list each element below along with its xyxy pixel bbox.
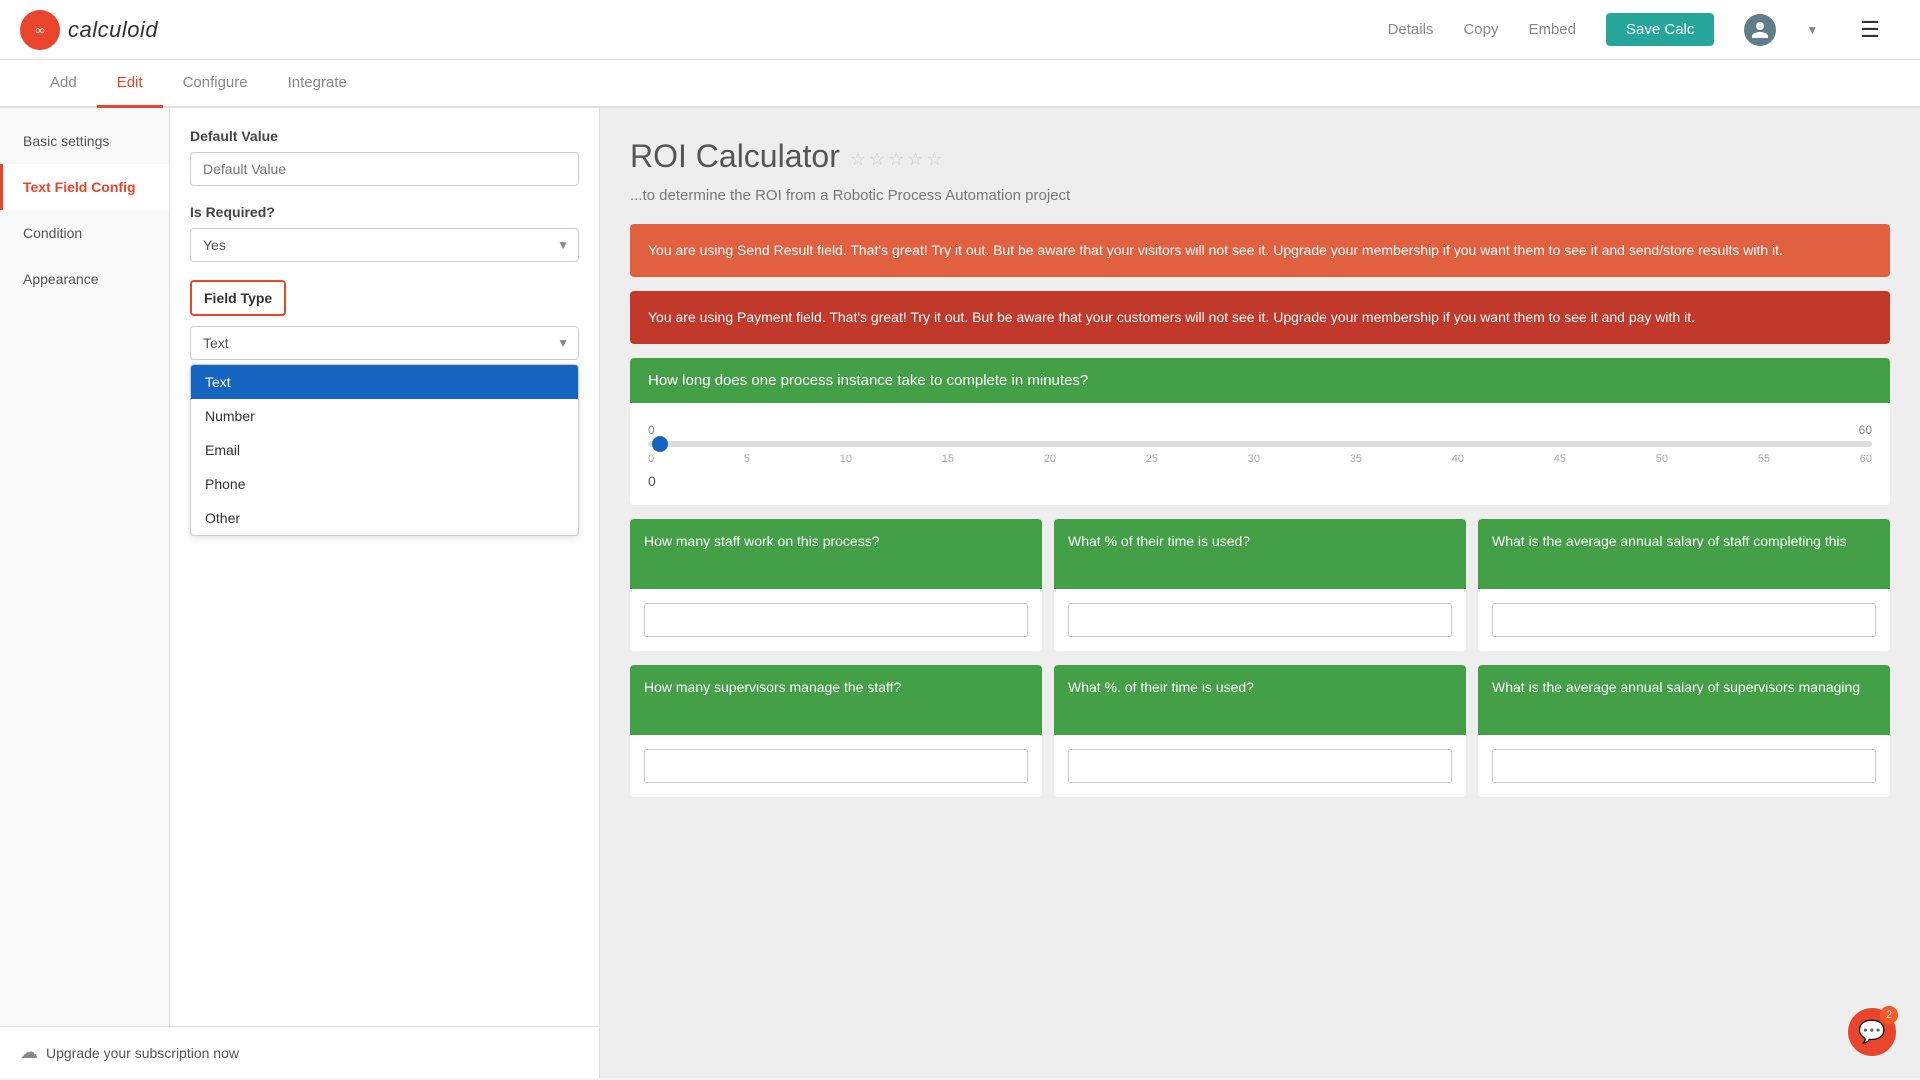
alert-send-result: You are using Send Result field. That's … bbox=[630, 224, 1890, 277]
field-type-dropdown: Text Number Email Phone Other bbox=[190, 364, 579, 536]
sidebar-nav: Basic settings Text Field Config Conditi… bbox=[0, 108, 170, 1026]
hamburger-menu[interactable]: ☰ bbox=[1860, 17, 1880, 43]
card-time-header: What % of their time is used? bbox=[1054, 519, 1466, 589]
slider-labels: 0 60 bbox=[648, 423, 1872, 437]
default-value-label: Default Value bbox=[190, 128, 579, 144]
is-required-label: Is Required? bbox=[190, 204, 579, 220]
upload-icon: ☁ bbox=[20, 1042, 38, 1063]
slider-thumb[interactable] bbox=[652, 436, 668, 452]
field-type-select[interactable]: Text bbox=[190, 326, 579, 360]
card-time: What % of their time is used? bbox=[1054, 519, 1466, 651]
sidebar-item-condition[interactable]: Condition bbox=[0, 210, 169, 256]
logo[interactable]: ∞ calculoid bbox=[20, 10, 158, 50]
card-supervisors: How many supervisors manage the staff? bbox=[630, 665, 1042, 797]
card-salary-header: What is the average annual salary of sta… bbox=[1478, 519, 1890, 589]
card-time-input-wrap bbox=[1054, 589, 1466, 651]
slider-container: 0 60 0 5 10 15 20 25 30 35 40 45 50 55 6… bbox=[630, 403, 1890, 505]
star-4[interactable]: ☆ bbox=[907, 149, 923, 170]
sub-nav: Add Edit Configure Integrate bbox=[0, 60, 1920, 108]
field-type-label: Field Type bbox=[190, 280, 286, 316]
card-salary: What is the average annual salary of sta… bbox=[1478, 519, 1890, 651]
tab-integrate[interactable]: Integrate bbox=[268, 60, 367, 108]
preview-panel: ROI Calculator ☆ ☆ ☆ ☆ ☆ ...to determine… bbox=[600, 108, 1920, 1078]
tab-edit[interactable]: Edit bbox=[97, 60, 163, 108]
cards-row-2: How many supervisors manage the staff? W… bbox=[630, 665, 1890, 797]
slider-max-label: 60 bbox=[1859, 423, 1872, 437]
card-supervisor-salary-header: What is the average annual salary of sup… bbox=[1478, 665, 1890, 735]
card-supervisor-time-input[interactable] bbox=[1068, 749, 1452, 783]
left-sidebar: Basic settings Text Field Config Conditi… bbox=[0, 108, 600, 1078]
left-content-wrapper: Basic settings Text Field Config Conditi… bbox=[0, 108, 599, 1026]
logo-icon: ∞ bbox=[20, 10, 60, 50]
card-supervisors-input-wrap bbox=[630, 735, 1042, 797]
star-2[interactable]: ☆ bbox=[869, 149, 885, 170]
card-supervisors-input[interactable] bbox=[644, 749, 1028, 783]
alert-payment: You are using Payment field. That's grea… bbox=[630, 291, 1890, 344]
upgrade-bar[interactable]: ☁ Upgrade your subscription now bbox=[0, 1026, 599, 1078]
card-supervisor-salary-input[interactable] bbox=[1492, 749, 1876, 783]
header: ∞ calculoid Details Copy Embed Save Calc… bbox=[0, 0, 1920, 60]
nav-embed[interactable]: Embed bbox=[1528, 21, 1576, 38]
slider-value: 0 bbox=[648, 473, 1872, 489]
calc-subtitle: ...to determine the ROI from a Robotic P… bbox=[630, 187, 1890, 204]
chat-icon: 💬 bbox=[1858, 1019, 1885, 1045]
dropdown-option-text[interactable]: Text bbox=[191, 365, 578, 399]
card-supervisor-time: What %. of their time is used? bbox=[1054, 665, 1466, 797]
star-rating: ☆ ☆ ☆ ☆ ☆ bbox=[850, 149, 943, 170]
cards-row-1: How many staff work on this process? Wha… bbox=[630, 519, 1890, 651]
star-1[interactable]: ☆ bbox=[850, 149, 866, 170]
card-supervisor-time-input-wrap bbox=[1054, 735, 1466, 797]
sidebar-item-basic-settings[interactable]: Basic settings bbox=[0, 118, 169, 164]
save-calc-button[interactable]: Save Calc bbox=[1606, 13, 1714, 46]
is-required-select-wrapper: Yes No ▼ bbox=[190, 228, 579, 262]
tab-add[interactable]: Add bbox=[30, 60, 97, 108]
card-supervisor-salary-input-wrap bbox=[1478, 735, 1890, 797]
calc-title-row: ROI Calculator ☆ ☆ ☆ ☆ ☆ bbox=[630, 138, 1890, 181]
card-staff-input[interactable] bbox=[644, 603, 1028, 637]
dropdown-option-phone[interactable]: Phone bbox=[191, 467, 578, 501]
default-value-input[interactable] bbox=[190, 152, 579, 186]
nav-copy[interactable]: Copy bbox=[1463, 21, 1498, 38]
upgrade-label: Upgrade your subscription now bbox=[46, 1045, 239, 1061]
logo-text: calculoid bbox=[68, 17, 158, 43]
sidebar-item-text-field-config[interactable]: Text Field Config bbox=[0, 164, 169, 210]
slider-min-label: 0 bbox=[648, 423, 655, 437]
card-supervisor-salary: What is the average annual salary of sup… bbox=[1478, 665, 1890, 797]
user-avatar[interactable] bbox=[1744, 14, 1776, 46]
star-5[interactable]: ☆ bbox=[926, 149, 942, 170]
slider-track bbox=[648, 441, 1872, 447]
main-layout: Basic settings Text Field Config Conditi… bbox=[0, 108, 1920, 1078]
chat-bubble[interactable]: 💬 2 bbox=[1848, 1008, 1896, 1056]
dropdown-option-email[interactable]: Email bbox=[191, 433, 578, 467]
slider-ticks: 0 5 10 15 20 25 30 35 40 45 50 55 60 bbox=[648, 453, 1872, 465]
card-salary-input-wrap bbox=[1478, 589, 1890, 651]
field-type-select-wrapper: Text ▼ bbox=[190, 326, 579, 360]
nav-details[interactable]: Details bbox=[1388, 21, 1434, 38]
tab-configure[interactable]: Configure bbox=[163, 60, 268, 108]
question1-bar: How long does one process instance take … bbox=[630, 358, 1890, 403]
is-required-select[interactable]: Yes No bbox=[190, 228, 579, 262]
card-supervisor-time-header: What %. of their time is used? bbox=[1054, 665, 1466, 735]
sidebar-item-appearance[interactable]: Appearance bbox=[0, 256, 169, 302]
card-staff-header: How many staff work on this process? bbox=[630, 519, 1042, 589]
card-salary-input[interactable] bbox=[1492, 603, 1876, 637]
config-panel: Default Value Is Required? Yes No ▼ Fiel… bbox=[170, 108, 599, 1026]
chat-badge: 2 bbox=[1880, 1006, 1898, 1024]
dropdown-option-number[interactable]: Number bbox=[191, 399, 578, 433]
svg-text:∞: ∞ bbox=[35, 22, 44, 37]
dropdown-option-other[interactable]: Other bbox=[191, 501, 578, 535]
star-3[interactable]: ☆ bbox=[888, 149, 904, 170]
user-dropdown-arrow: ▼ bbox=[1806, 23, 1818, 37]
header-nav: Details Copy Embed Save Calc ▼ ☰ bbox=[1388, 13, 1880, 46]
card-supervisors-header: How many supervisors manage the staff? bbox=[630, 665, 1042, 735]
card-staff: How many staff work on this process? bbox=[630, 519, 1042, 651]
card-time-input[interactable] bbox=[1068, 603, 1452, 637]
calc-title: ROI Calculator bbox=[630, 138, 840, 175]
card-staff-input-wrap bbox=[630, 589, 1042, 651]
